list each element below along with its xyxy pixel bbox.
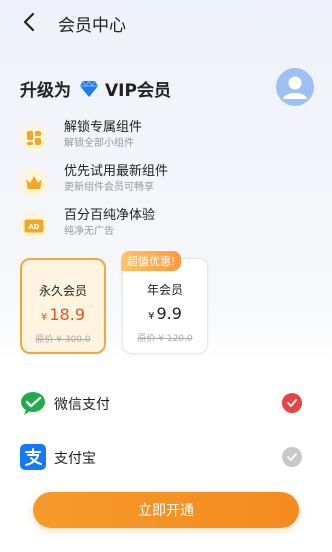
feature-title: 百分百纯净体验	[64, 208, 156, 223]
no-ads-icon: AD	[20, 212, 48, 240]
feature-item-widgets: 解锁专属组件 解锁全部小组件	[20, 120, 280, 156]
plan-card-annual[interactable]: 超值优惠! 年会员 ¥ 9.9 原价 ¥ 120.0	[121, 251, 208, 354]
plan-amount: 9.9	[156, 304, 182, 323]
feature-subtitle: 更新组件会员可畅享	[64, 182, 154, 193]
plan-name: 永久会员	[38, 284, 87, 298]
check-icon	[287, 453, 297, 461]
chevron-left-icon	[23, 12, 35, 32]
header: 会员中心	[0, 0, 332, 42]
payment-option-alipay[interactable]: 支付宝	[20, 442, 312, 472]
payment-label: 微信支付	[54, 397, 110, 413]
membership-page: 会员中心 升级为 VIP会员 解锁专属组件 解锁全部小组件 优先试用最新组件 更…	[0, 0, 332, 552]
feature-title: 优先试用最新组件	[64, 164, 169, 179]
feature-title: 解锁专属组件	[64, 120, 143, 135]
feature-subtitle: 解锁全部小组件	[64, 138, 134, 149]
page-title: 会员中心	[58, 16, 126, 36]
plan-currency: ¥	[148, 311, 155, 322]
alipay-icon	[20, 444, 46, 470]
plan-name: 年会员	[146, 283, 183, 297]
plan-original-price: 原价 ¥ 300.0	[35, 335, 91, 345]
vip-label: VIP会员	[105, 81, 171, 101]
upgrade-prefix: 升级为	[20, 81, 71, 101]
user-icon	[283, 76, 307, 99]
plan-price: ¥ 18.9	[22, 305, 104, 324]
upgrade-heading: 升级为 VIP会员	[20, 76, 171, 101]
back-button[interactable]	[18, 10, 42, 34]
feature-item-early-access: 优先试用最新组件 更新组件会员可畅享	[20, 164, 280, 200]
check-icon	[287, 399, 297, 407]
payment-label: 支付宝	[54, 451, 96, 467]
svg-text:AD: AD	[28, 223, 39, 231]
widgets-icon	[20, 124, 48, 152]
plan-card-lifetime[interactable]: 永久会员 ¥ 18.9 原价 ¥ 300.0	[20, 258, 106, 354]
feature-subtitle: 纯净无广告	[64, 226, 114, 237]
plan-original-price: 原价 ¥ 120.0	[137, 334, 193, 344]
discount-badge: 超值优惠!	[121, 251, 182, 271]
radio-checked[interactable]	[282, 393, 302, 413]
radio-unchecked[interactable]	[282, 447, 302, 467]
wechat-pay-icon	[21, 392, 45, 415]
activate-button[interactable]: 立即开通	[33, 492, 299, 528]
payment-option-wechat[interactable]: 微信支付	[20, 388, 312, 418]
diamond-icon	[80, 79, 98, 97]
crown-icon	[20, 168, 48, 196]
plan-currency: ¥	[41, 312, 48, 323]
plan-amount: 18.9	[49, 305, 85, 324]
avatar[interactable]	[276, 68, 314, 106]
feature-item-no-ads: AD 百分百纯净体验 纯净无广告	[20, 208, 280, 244]
plan-price: ¥ 9.9	[123, 304, 207, 323]
